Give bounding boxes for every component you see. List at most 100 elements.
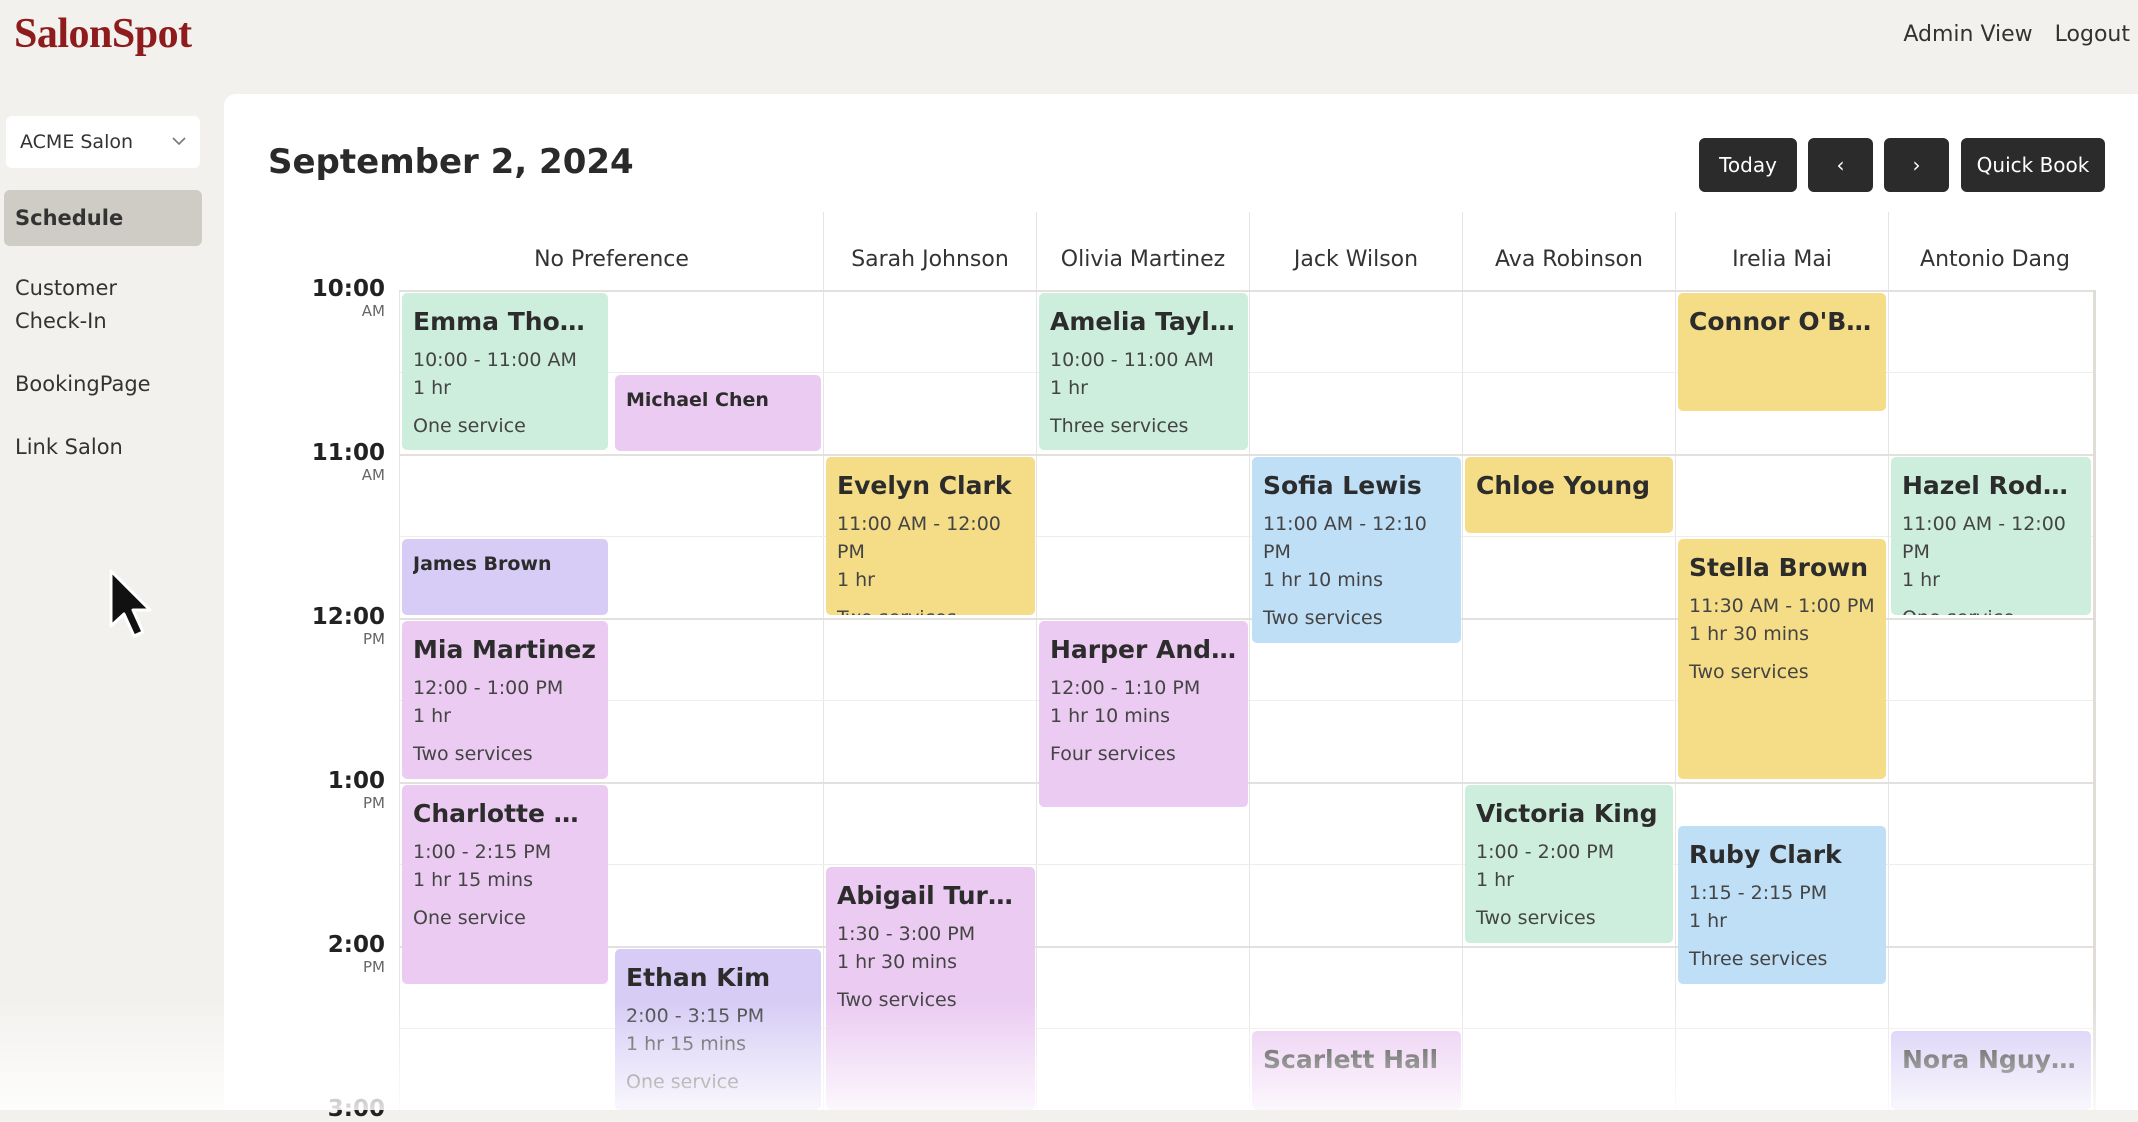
appointment-time: 11:30 AM - 1:00 PM	[1689, 595, 1875, 617]
appointment-duration: 1 hr 15 mins	[413, 869, 533, 891]
appointment-card[interactable]: Evelyn Clark 11:00 AM - 12:00 PM 1 hr Tw…	[826, 457, 1035, 615]
column-divider	[823, 212, 824, 1110]
appointment-name: Michael Chen	[626, 389, 769, 411]
appointment-card[interactable]: Stella Brown 11:30 AM - 1:00 PM 1 hr 30 …	[1678, 539, 1886, 779]
appointment-card[interactable]: Chloe Young	[1465, 457, 1673, 533]
appointment-card[interactable]: Hazel Rodrigu... 11:00 AM - 12:00 PM 1 h…	[1891, 457, 2091, 615]
time-label: 12:00 PM	[311, 604, 385, 648]
appointment-services: Two services	[837, 604, 1024, 615]
appointment-time: 10:00 - 11:00 AM	[1050, 349, 1214, 371]
appointment-card[interactable]: Charlotte Davis 1:00 - 2:15 PM 1 hr 15 m…	[402, 785, 608, 984]
column-divider	[1675, 212, 1676, 1110]
next-day-button[interactable]: ›	[1884, 138, 1949, 192]
appointment-card[interactable]: Connor O'Brien	[1678, 293, 1886, 411]
appointment-name: Sofia Lewis	[1263, 471, 1422, 500]
appointment-name: Abigail Turner	[837, 881, 1024, 910]
column-divider	[1462, 212, 1463, 1110]
appointment-name: Nora Nguyen	[1902, 1045, 2080, 1074]
appointment-services: Three services	[1050, 415, 1189, 437]
appointment-time: 1:00 - 2:00 PM	[1476, 841, 1615, 863]
appointment-name: Emma Thomp...	[413, 307, 597, 336]
appointment-name: James Brown	[413, 553, 552, 575]
sidebar-item-link-salon[interactable]: Link Salon	[4, 431, 202, 464]
appointment-services: Two services	[413, 743, 533, 765]
appointment-card[interactable]: Victoria King 1:00 - 2:00 PM 1 hr Two se…	[1465, 785, 1673, 943]
column-header: Antonio Dang	[1920, 246, 2070, 272]
column-divider	[1888, 212, 1889, 1110]
appointment-name: Amelia Taylor	[1050, 307, 1237, 336]
salon-select[interactable]: ACME Salon	[6, 116, 200, 168]
appointment-card[interactable]: Mia Martinez 12:00 - 1:00 PM 1 hr Two se…	[402, 621, 608, 779]
appointment-name: Ruby Clark	[1689, 840, 1842, 869]
appointment-name: Victoria King	[1476, 799, 1658, 828]
appointment-name: Connor O'Brien	[1689, 307, 1875, 336]
appointment-duration: 1 hr	[1050, 377, 1088, 399]
appointment-services: One service	[626, 1071, 739, 1093]
schedule-grid: No Preference Sarah Johnson Olivia Marti…	[270, 212, 2100, 1122]
time-label: 2:00 PM	[327, 932, 385, 976]
appointment-time: 12:00 - 1:00 PM	[413, 677, 564, 699]
appointment-name: Ethan Kim	[626, 963, 771, 992]
column-divider	[1249, 212, 1250, 1110]
appointment-name: Chloe Young	[1476, 471, 1651, 500]
mouse-cursor-icon	[108, 568, 154, 644]
appointment-time: 10:00 - 11:00 AM	[413, 349, 577, 371]
sidebar: Schedule Customer Check-In BookingPage L…	[4, 190, 202, 494]
appointment-card[interactable]: Nora Nguyen	[1891, 1031, 2091, 1110]
half-hour-line	[399, 536, 2093, 537]
appointment-time: 11:00 AM - 12:00 PM	[1902, 513, 2066, 563]
time-label: 3:00	[327, 1096, 385, 1122]
page-title: September 2, 2024	[268, 142, 634, 182]
appointment-services: Three services	[1689, 948, 1828, 970]
sidebar-item-booking-page[interactable]: BookingPage	[4, 368, 202, 401]
prev-day-button[interactable]: ‹	[1808, 138, 1873, 192]
appointment-time: 11:00 AM - 12:10 PM	[1263, 513, 1427, 563]
appointment-duration: 1 hr	[413, 377, 451, 399]
app-logo: SalonSpot	[14, 11, 192, 57]
sidebar-item-schedule[interactable]: Schedule	[4, 190, 202, 246]
appointment-name: Hazel Rodrigu...	[1902, 471, 2080, 500]
appointment-time: 12:00 - 1:10 PM	[1050, 677, 1201, 699]
appointment-card[interactable]: Ruby Clark 1:15 - 2:15 PM 1 hr Three ser…	[1678, 826, 1886, 984]
appointment-services: One service	[1902, 604, 2080, 615]
appointment-services: Two services	[1263, 607, 1383, 629]
column-header: Ava Robinson	[1495, 246, 1643, 272]
chevron-down-icon	[172, 134, 186, 150]
appointment-services: Two services	[837, 989, 957, 1011]
admin-view-link[interactable]: Admin View	[1903, 22, 2032, 47]
column-header: Irelia Mai	[1732, 246, 1832, 272]
sidebar-item-customer-check-in[interactable]: Customer Check-In	[4, 272, 156, 338]
appointment-time: 2:00 - 3:15 PM	[626, 1005, 765, 1027]
quick-book-button[interactable]: Quick Book	[1961, 138, 2105, 192]
column-header: Sarah Johnson	[851, 246, 1009, 272]
appointment-card[interactable]: Harper Ander... 12:00 - 1:10 PM 1 hr 10 …	[1039, 621, 1248, 807]
hour-line	[399, 290, 2093, 292]
time-label: 1:00 PM	[327, 768, 385, 812]
top-nav: Admin View Logout	[1903, 22, 2130, 47]
appointment-time: 1:00 - 2:15 PM	[413, 841, 552, 863]
logout-link[interactable]: Logout	[2055, 22, 2130, 47]
appointment-card[interactable]: Abigail Turner 1:30 - 3:00 PM 1 hr 30 mi…	[826, 867, 1035, 1110]
appointment-duration: 1 hr 15 mins	[626, 1033, 746, 1055]
column-header: Olivia Martinez	[1060, 246, 1226, 272]
scrollbar[interactable]	[2093, 290, 2096, 1110]
appointment-name: Scarlett Hall	[1263, 1045, 1439, 1074]
appointment-card[interactable]: Sofia Lewis 11:00 AM - 12:10 PM 1 hr 10 …	[1252, 457, 1461, 643]
appointment-time: 1:30 - 3:00 PM	[837, 923, 976, 945]
appointment-card[interactable]: Michael Chen	[615, 375, 821, 451]
appointment-name: Evelyn Clark	[837, 471, 1012, 500]
appointment-card[interactable]: Ethan Kim 2:00 - 3:15 PM 1 hr 15 mins On…	[615, 949, 821, 1110]
appointment-card[interactable]: James Brown	[402, 539, 608, 615]
column-header: Jack Wilson	[1293, 246, 1419, 272]
appointment-name: Harper Ander...	[1050, 635, 1237, 664]
appointment-duration: 1 hr	[837, 569, 875, 591]
appointment-duration: 1 hr	[1902, 569, 1940, 591]
appointment-card[interactable]: Amelia Taylor 10:00 - 11:00 AM 1 hr Thre…	[1039, 293, 1248, 450]
appointment-card[interactable]: Scarlett Hall	[1252, 1031, 1461, 1110]
time-label: 11:00 AM	[311, 440, 385, 484]
appointment-duration: 1 hr 30 mins	[1689, 623, 1809, 645]
appointment-card[interactable]: Emma Thomp... 10:00 - 11:00 AM 1 hr One …	[402, 293, 608, 450]
today-button[interactable]: Today	[1699, 138, 1797, 192]
appointment-name: Charlotte Davis	[413, 799, 597, 828]
appointment-name: Mia Martinez	[413, 635, 596, 664]
